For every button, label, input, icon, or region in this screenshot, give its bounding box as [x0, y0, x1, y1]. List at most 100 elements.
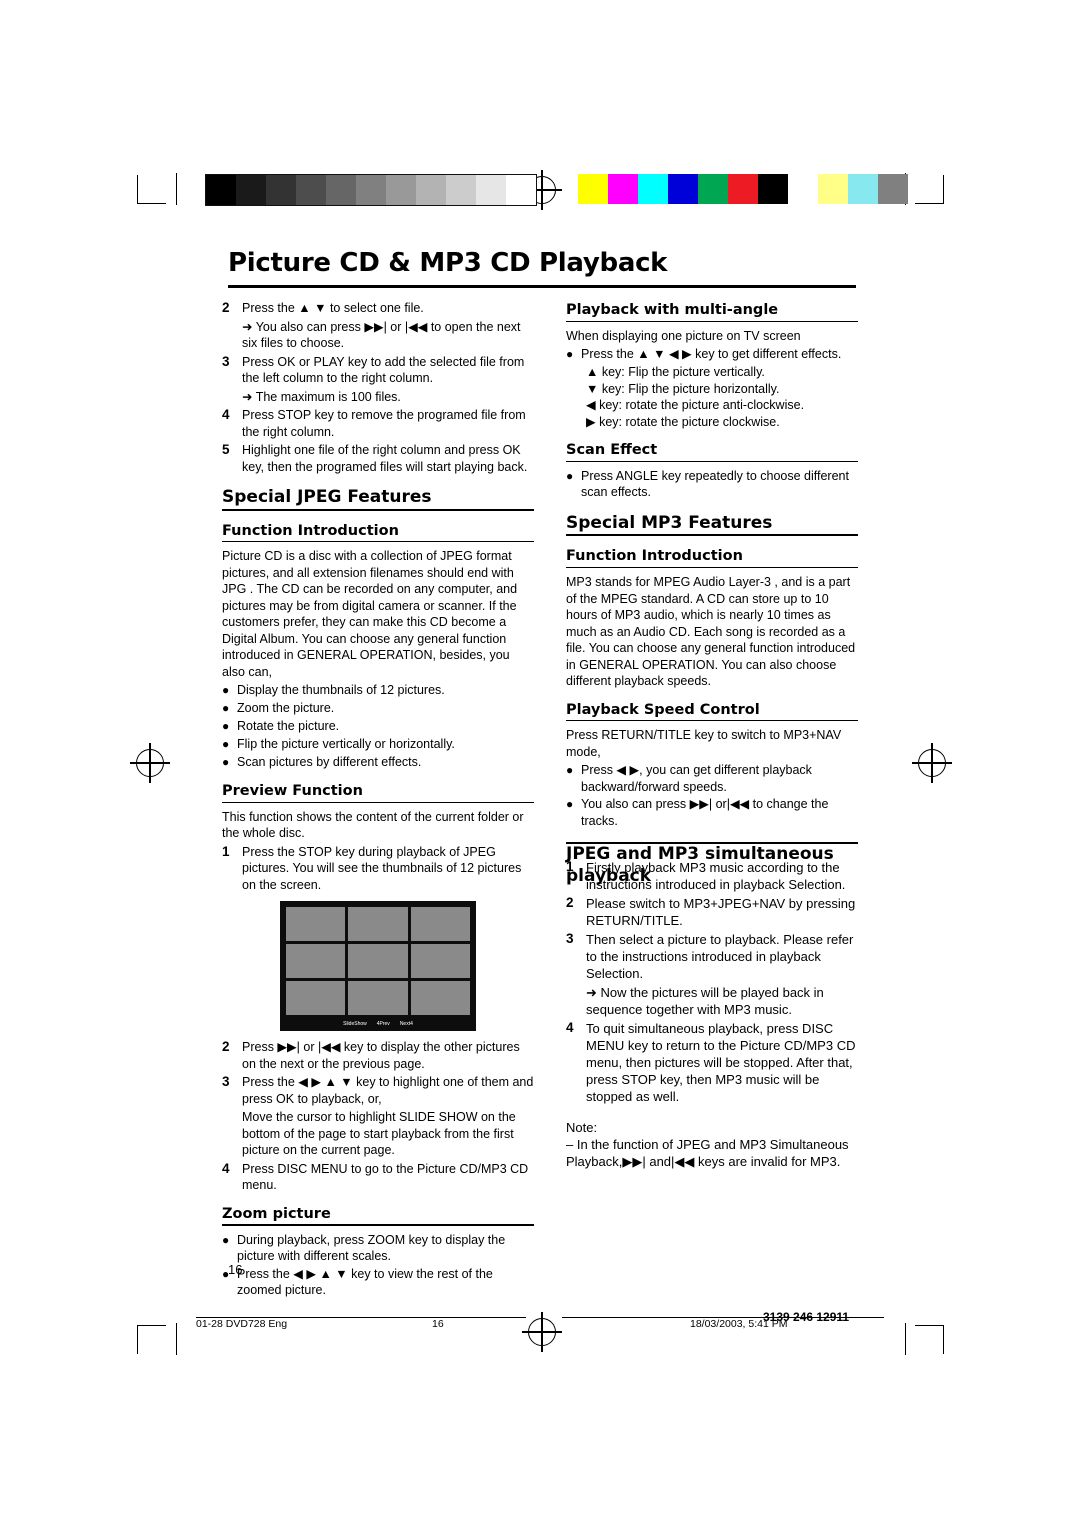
- list-item: ● Press the ▲ ▼ ◀ ▶ key to get different…: [566, 346, 858, 363]
- step-number: 4: [222, 407, 230, 422]
- note-text: – In the function of JPEG and MP3 Simult…: [566, 1137, 849, 1170]
- crop-mark-bottom-right-bar: [905, 1323, 906, 1355]
- step-number: 1: [566, 859, 574, 875]
- thumbnail-cell: [410, 907, 470, 942]
- thumbnail-cell: [348, 981, 408, 1016]
- step-text: Press the ▲ ▼ to select one file.: [242, 301, 424, 315]
- step-text: Highlight one file of the right column a…: [242, 443, 528, 474]
- step-text: Press the ◀ ▶ ▲ ▼ key to highlight one o…: [242, 1075, 534, 1106]
- thumbnail-cell: [348, 944, 408, 979]
- thumbnail-cell: [410, 944, 470, 979]
- thumbnail-cell: [286, 907, 346, 942]
- list-item: ● Scan pictures by different effects.: [222, 754, 534, 771]
- heading-rule: [566, 842, 858, 845]
- section-heading-special-jpeg: Special JPEG Features: [222, 487, 432, 507]
- list-item: ➜ The maximum is 100 files.: [222, 389, 534, 406]
- subheading-zoom-picture: Zoom picture: [222, 1205, 331, 1222]
- body-text-function-introduction: Picture CD is a disc with a collection o…: [222, 549, 518, 679]
- registration-mark-left: [130, 743, 170, 783]
- subheading-rule: [222, 541, 534, 543]
- step-text: Please switch to MP3+JPEG+NAV by pressin…: [586, 896, 856, 929]
- bullet-text: Scan pictures by different effects.: [237, 755, 422, 770]
- step-number: 3: [566, 931, 574, 947]
- page-title: Picture CD & MP3 CD Playback: [228, 248, 668, 278]
- step-number: 2: [222, 300, 230, 315]
- step-text: Press OK or PLAY key to add the selected…: [242, 354, 525, 386]
- list-item: 3 Press OK or PLAY key to add the select…: [222, 354, 534, 387]
- list-item: 1 Firstly playback MP3 music according t…: [566, 859, 858, 893]
- list-item: 3 Then select a picture to playback. Ple…: [566, 931, 858, 982]
- body-text-preview: This function shows the content of the c…: [222, 809, 524, 841]
- list-item: ● During playback, press ZOOM key to dis…: [222, 1232, 534, 1265]
- subheading-function-introduction: Function Introduction: [222, 522, 399, 539]
- step-text: Press ▶▶| or |◀◀ key to display the othe…: [242, 1040, 520, 1071]
- list-item: ● You also can press ▶▶| or|◀◀ to change…: [566, 796, 858, 829]
- step-number: [222, 389, 242, 406]
- color-calibration-bars: [578, 174, 908, 204]
- list-item: ● Rotate the picture.: [222, 718, 534, 735]
- bullet-icon: ●: [566, 468, 574, 483]
- subheading-preview-function: Preview Function: [222, 783, 363, 800]
- footer-page-number: 16: [432, 1318, 444, 1330]
- list-item: ● Press ANGLE key repeatedly to choose d…: [566, 468, 858, 501]
- bullet-text: Zoom the picture.: [237, 701, 335, 716]
- step-number: 3: [222, 353, 230, 369]
- key-description: ▶ key: rotate the picture clockwise.: [586, 414, 780, 429]
- bullet-icon: ●: [566, 347, 574, 362]
- crop-mark-bottom-left: [137, 1325, 166, 1354]
- heading-rule: [222, 508, 534, 511]
- step-number: 2: [222, 1039, 230, 1055]
- bullet-text: Rotate the picture.: [237, 719, 340, 734]
- step-text: ➜ You also can press ▶▶| or |◀◀ to open …: [242, 319, 521, 351]
- subheading-playback-multi-angle: Playback with multi-angle: [566, 302, 779, 318]
- list-item: ● Zoom the picture.: [222, 700, 534, 717]
- bullet-text: Display the thumbnails of 12 pictures.: [237, 683, 445, 698]
- step-text: Move the cursor to highlight SLIDE SHOW …: [242, 1110, 516, 1158]
- step-number: 2: [566, 895, 574, 911]
- list-item: 5 Highlight one file of the right column…: [222, 442, 534, 475]
- step-number: 1: [222, 843, 230, 859]
- step-text: Then select a picture to playback. Pleas…: [586, 932, 854, 982]
- key-description: ▼ key: Flip the picture horizontally.: [586, 381, 780, 396]
- crop-mark-top-left-bar: [176, 173, 177, 205]
- key-description: ▲ key: Flip the picture vertically.: [586, 365, 765, 380]
- left-column: 2 Press the ▲ ▼ to select one file. ➜ Yo…: [222, 300, 534, 1300]
- step-number: 3: [222, 1074, 230, 1090]
- step-number: [566, 984, 586, 1018]
- simul-steps: 1 Firstly playback MP3 music according t…: [566, 859, 858, 1105]
- thumbnail-screen-illustration: SlideShow 4Prev Next4: [280, 901, 476, 1032]
- registration-mark-bottom: [522, 1312, 562, 1352]
- list-item: 4 Press DISC MENU to go to the Picture C…: [222, 1161, 534, 1194]
- list-item: Move the cursor to highlight SLIDE SHOW …: [222, 1109, 534, 1159]
- footer-document-code: 3139 246 12911: [763, 1310, 850, 1324]
- bullet-icon: ●: [566, 797, 574, 812]
- list-item: ➜ Now the pictures will be played back i…: [566, 984, 858, 1018]
- bullet-text: You also can press ▶▶| or|◀◀ to change t…: [581, 797, 829, 828]
- body-text-multiangle-intro: When displaying one picture on TV screen: [566, 328, 801, 343]
- crop-mark-top-left: [137, 175, 166, 204]
- bullet-icon: ●: [222, 755, 230, 770]
- right-column: Playback with multi-angle When displayin…: [566, 300, 858, 1170]
- crop-mark-bottom-left-bar: [176, 1323, 177, 1355]
- bullet-text: Press ◀ ▶, you can get different playbac…: [581, 763, 812, 794]
- step-text: Press the STOP key during playback of JP…: [242, 844, 522, 892]
- bullet-icon: ●: [222, 737, 230, 752]
- list-item: ● Flip the picture vertically or horizon…: [222, 736, 534, 753]
- thumbnail-cell: [348, 907, 408, 942]
- thumbnail-screen-toolbar: SlideShow 4Prev Next4: [286, 1019, 470, 1029]
- list-item: 2 Press the ▲ ▼ to select one file.: [222, 300, 534, 317]
- prev-label: 4Prev: [376, 1021, 390, 1028]
- note-block: Note: – In the function of JPEG and MP3 …: [566, 1119, 858, 1170]
- thumbnail-cell: [286, 981, 346, 1016]
- footer-file-name: 01-28 DVD728 Eng: [196, 1318, 288, 1330]
- list-item: 3 Press the ◀ ▶ ▲ ▼ key to highlight one…: [222, 1074, 534, 1107]
- step-number: 4: [222, 1160, 230, 1176]
- step-text: Press STOP key to remove the programed f…: [242, 408, 526, 439]
- section-heading-special-mp3: Special MP3 Features: [566, 512, 773, 533]
- step-text: ➜ The maximum is 100 files.: [242, 389, 401, 404]
- bullet-icon: ●: [222, 719, 230, 734]
- subheading-rule: [222, 1224, 534, 1226]
- thumbnail-cell: [410, 981, 470, 1016]
- subheading-rule: [566, 720, 858, 722]
- bullet-text: Press the ▲ ▼ ◀ ▶ key to get different e…: [581, 347, 842, 362]
